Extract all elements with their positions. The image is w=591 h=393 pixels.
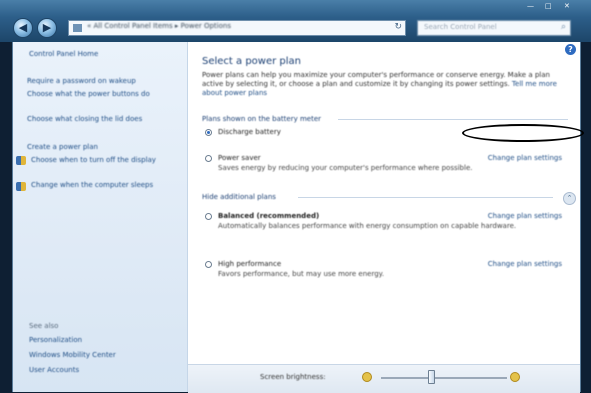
see-also-mobility-center[interactable]: Windows Mobility Center [29,351,116,359]
plan-description: Saves energy by reducing your computer's… [218,164,473,172]
additional-plans-heading[interactable]: Hide additional plans [202,193,276,201]
group-divider [298,197,553,198]
radio-button[interactable] [205,155,212,162]
page-description: Power plans can help you maximize your c… [202,71,564,98]
sidebar-link-computer-sleeps[interactable]: Change when the computer sleeps [31,180,177,190]
sidebar-link-require-password[interactable]: Require a password on wakeup [27,76,177,86]
radio-button[interactable] [205,129,212,136]
search-icon[interactable]: ⌕ [561,22,566,32]
plan-power-saver[interactable]: Power saver Saves energy by reducing you… [205,154,568,173]
search-placeholder: Search Control Panel [424,23,497,31]
maximize-button[interactable]: □ [545,2,552,12]
see-also-heading: See also [29,322,59,330]
sidebar: Control Panel Home Require a password on… [13,42,188,392]
change-plan-settings-link[interactable]: Change plan settings [488,212,562,220]
control-panel-icon [73,24,82,32]
description-text: Power plans can help you maximize your c… [202,71,550,88]
plan-description: Automatically balances performance with … [218,222,517,230]
plan-balanced[interactable]: Balanced (recommended) Automatically bal… [205,212,568,231]
forward-button[interactable]: ▶ [37,18,57,38]
search-input[interactable]: Search Control Panel ⌕ [417,20,571,36]
back-button[interactable]: ◀ [13,18,33,38]
dim-sun-icon [362,372,372,382]
plan-high-performance[interactable]: High performance Favors performance, but… [205,260,568,279]
brightness-label: Screen brightness: [260,373,326,381]
refresh-icon[interactable]: ↻ [394,22,402,32]
main-pane: ? Select a power plan Power plans can he… [188,42,584,393]
control-panel-home-link[interactable]: Control Panel Home [29,50,98,58]
sidebar-link-turn-off-display[interactable]: Choose when to turn off the display [31,155,177,165]
collapse-chevron-icon[interactable]: ⌃ [563,192,576,205]
group-divider [338,119,568,120]
bright-sun-icon [510,372,520,382]
sidebar-link-closing-lid[interactable]: Choose what closing the lid does [27,114,177,124]
shield-icon [16,182,26,191]
help-icon[interactable]: ? [565,44,576,55]
minimize-button[interactable]: — [527,2,534,12]
address-bar[interactable]: « All Control Panel Items ▸ Power Option… [68,20,406,36]
change-plan-settings-link[interactable]: Change plan settings [488,154,562,162]
brightness-slider-track[interactable] [381,377,507,379]
shield-icon [16,156,26,165]
window-content: Control Panel Home Require a password on… [12,42,584,393]
brightness-slider-thumb[interactable] [428,370,436,384]
brightness-bar: Screen brightness: [188,364,580,393]
plan-description: Favors performance, but may use more ene… [218,270,385,278]
radio-button[interactable] [205,213,212,220]
page-title: Select a power plan [202,56,302,67]
radio-button[interactable] [205,261,212,268]
address-path: « All Control Panel Items ▸ Power Option… [87,22,231,30]
forward-arrow-icon: ▶ [42,21,52,34]
close-button[interactable]: ✕ [564,2,570,12]
highlight-ellipse [462,124,584,142]
title-bar: ◀ ▶ « All Control Panel Items ▸ Power Op… [0,0,591,42]
battery-plans-heading: Plans shown on the battery meter [202,115,322,123]
see-also-personalization[interactable]: Personalization [29,336,82,344]
change-plan-settings-link[interactable]: Change plan settings [488,260,562,268]
sidebar-link-create-plan[interactable]: Create a power plan [27,142,177,152]
sidebar-link-power-buttons[interactable]: Choose what the power buttons do [27,89,177,99]
back-arrow-icon: ◀ [18,21,28,34]
see-also-user-accounts[interactable]: User Accounts [29,366,79,374]
